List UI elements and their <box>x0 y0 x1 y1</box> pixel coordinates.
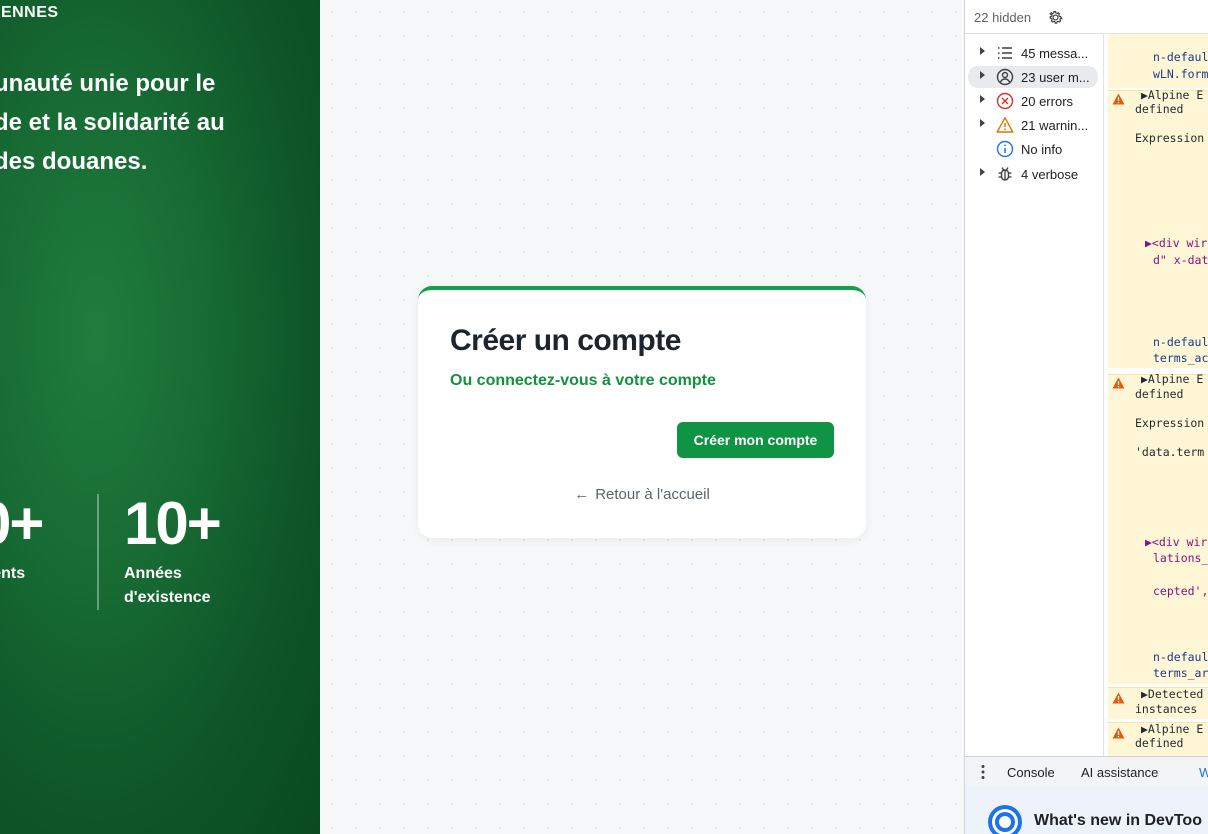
card-title: Créer un compte <box>450 324 681 357</box>
create-account-button[interactable]: Créer mon compte <box>677 422 834 458</box>
auth-area: Créer un compte Ou connectez-vous à votr… <box>320 0 964 834</box>
console-line: defined <box>1135 102 1184 116</box>
console-line: n-defaul <box>1153 50 1208 64</box>
console-line: n-defaul <box>1153 650 1208 664</box>
stat-label: ments <box>0 562 42 586</box>
console-line: Expression <box>1135 131 1205 145</box>
stat-label-line: Années <box>124 565 182 582</box>
sidebar-item-messages[interactable]: 45 messa... <box>965 42 1099 64</box>
console-line[interactable]: ▶Alpine E <box>1141 722 1203 737</box>
stat-number: 0+ <box>0 490 44 557</box>
stat-divider <box>97 494 99 610</box>
register-card: Créer un compte Ou connectez-vous à votr… <box>418 286 866 538</box>
error-circle-icon <box>996 92 1014 110</box>
warning-icon <box>1112 377 1125 389</box>
sidebar-item-errors[interactable]: 20 errors <box>965 90 1099 112</box>
tagline-line: unauté unie pour le <box>0 70 216 97</box>
expand-arrow-icon[interactable] <box>980 95 985 103</box>
sidebar-item-label: No info <box>1021 142 1063 157</box>
tab-whats-new[interactable]: W <box>1199 765 1208 780</box>
console-line: instances <box>1135 702 1198 716</box>
stat-label-line: d'existence <box>124 589 211 606</box>
tab-ai-assistance[interactable]: AI assistance <box>1081 765 1158 780</box>
stat-years: 10+ Années d'existence <box>124 490 222 610</box>
console-output: n-defaul wLN.form ▶Alpine E defined Expr… <box>1104 34 1208 756</box>
warning-icon <box>1112 692 1125 704</box>
warning-icon <box>1112 93 1125 105</box>
expand-arrow-icon[interactable] <box>980 47 985 55</box>
console-line[interactable]: ▶Alpine E <box>1141 372 1203 387</box>
sidebar-item-label: 23 user m... <box>1021 70 1090 85</box>
arrow-left-icon: ← <box>574 486 590 503</box>
sidebar-item-verbose[interactable]: 4 verbose <box>965 163 1099 185</box>
devtools-logo-icon <box>988 805 1022 834</box>
list-icon <box>998 47 1012 59</box>
sidebar-item-warnings[interactable]: 21 warnin... <box>965 114 1099 136</box>
expand-arrow-icon[interactable] <box>980 71 985 79</box>
tagline-line: de et la solidarité au <box>0 109 225 136</box>
devtools-toolbar: 22 hidden <box>965 0 1208 34</box>
sidebar-item-info[interactable]: No info <box>965 138 1099 160</box>
hero-tagline: unauté unie pour le de et la solidarité … <box>0 64 294 181</box>
sidebar-item-user-messages[interactable]: 23 user m... <box>968 66 1098 88</box>
console-line: Expression <box>1135 416 1205 430</box>
brand-name: IENNES <box>0 4 59 21</box>
stat-label: Années d'existence <box>124 562 220 610</box>
sidebar-item-label: 20 errors <box>1021 94 1074 109</box>
drawer-tabbar: Console AI assistance W <box>965 756 1208 786</box>
back-home-link[interactable]: ← Retour à l'accueil <box>418 486 866 503</box>
console-line: d" x-dat <box>1153 253 1208 267</box>
stat-number: 10+ <box>124 490 222 557</box>
console-line: cepted', <box>1153 584 1208 598</box>
console-line[interactable]: ▶<div wir <box>1145 236 1207 251</box>
console-line: terms_ar <box>1153 666 1208 680</box>
console-line: 'data.term <box>1135 445 1205 459</box>
console-line: wLN.form <box>1153 67 1208 81</box>
hero-panel: IENNES unauté unie pour le de et la soli… <box>0 0 320 834</box>
sidebar-item-label: 45 messa... <box>1021 46 1089 61</box>
console-line: n-defaul <box>1153 335 1208 349</box>
back-home-label: Retour à l'accueil <box>595 486 710 503</box>
bug-icon <box>998 167 1012 181</box>
tab-console[interactable]: Console <box>1007 765 1055 780</box>
whats-new-title: What's new in DevToo <box>1034 812 1202 829</box>
gear-icon[interactable] <box>1047 9 1064 26</box>
console-line: lations_ <box>1153 551 1208 565</box>
sidebar-item-label: 21 warnin... <box>1021 118 1089 133</box>
login-link[interactable]: Ou connectez-vous à votre compte <box>450 372 716 390</box>
warning-icon <box>1112 727 1125 739</box>
whats-new-panel: What's new in DevToo <box>965 786 1208 834</box>
expand-arrow-icon[interactable] <box>980 168 985 176</box>
console-line[interactable]: ▶<div wir <box>1145 535 1207 550</box>
console-sidebar: 45 messa... 23 user m... 20 errors 21 wa… <box>965 34 1104 756</box>
more-options-icon[interactable] <box>981 764 985 780</box>
hidden-count: 22 hidden <box>974 10 1032 25</box>
user-circle-icon <box>996 68 1014 86</box>
warning-triangle-icon <box>996 117 1014 133</box>
devtools-panel: 22 hidden 45 messa... 23 user m... 20 er… <box>964 0 1208 834</box>
stat-label-line: ments <box>0 565 26 582</box>
sidebar-item-label: 4 verbose <box>1021 167 1079 182</box>
stat-documents: 0+ ments <box>0 490 44 586</box>
tagline-line: des douanes. <box>0 148 148 175</box>
console-line: defined <box>1135 736 1184 750</box>
console-line: defined <box>1135 387 1184 401</box>
console-line: terms_ac <box>1153 351 1208 365</box>
expand-arrow-icon[interactable] <box>980 119 985 127</box>
info-circle-icon <box>996 140 1014 158</box>
console-line[interactable]: ▶Detected <box>1141 687 1203 702</box>
console-line[interactable]: ▶Alpine E <box>1141 88 1203 103</box>
